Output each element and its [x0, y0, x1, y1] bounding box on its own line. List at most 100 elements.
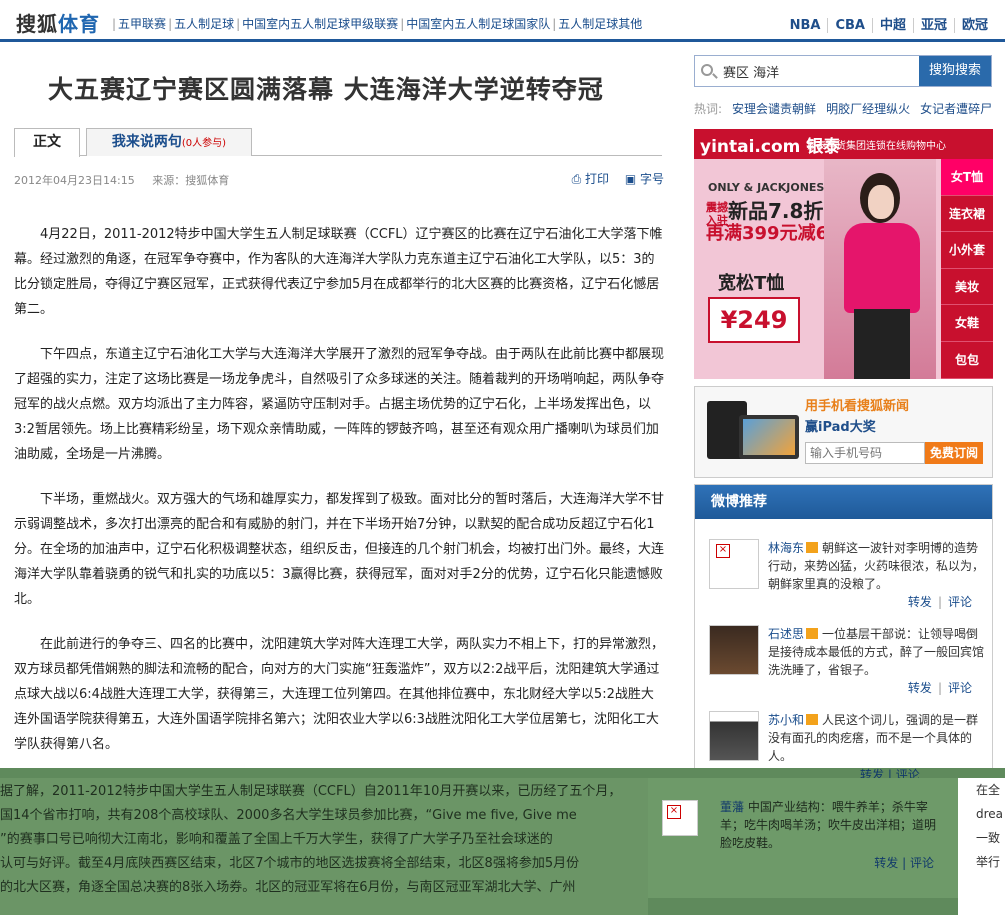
ad-side-menu: 女T恤 连衣裙 小外套 美妆 女鞋 包包 — [941, 159, 993, 379]
weibo-actions: 转发 | 评论 — [874, 856, 934, 870]
subscribe-button[interactable]: 免费订阅 — [925, 442, 983, 464]
ad-side-item[interactable]: 女T恤 — [941, 159, 993, 196]
ipad-image — [739, 415, 799, 459]
tab-comments-label: 我来说两句 — [111, 134, 182, 150]
channel-link[interactable]: 五甲联赛 — [118, 17, 166, 31]
overlay-line: 认可与好评。截至4月底陕西赛区结束，北区7个城市的地区选拔赛将全部结束，北区8强… — [0, 856, 580, 871]
ad-side-item[interactable]: 连衣裙 — [941, 196, 993, 233]
article-body: 4月22日，2011-2012特步中国大学生五人制足球联赛（CCFL）辽宁赛区的… — [14, 222, 664, 777]
ad-side-item[interactable]: 包包 — [941, 342, 993, 379]
weibo-item: 石述思 一位基层干部说：让领导喝倒是接待成本最低的方式，醉了一般回宾馆洗洗睡了，省… — [709, 625, 984, 705]
nav-ucl[interactable]: 欧冠 — [953, 18, 995, 33]
weibo-user[interactable]: 林海东 — [768, 541, 804, 555]
nav-cba[interactable]: CBA — [827, 18, 872, 33]
weibo-user[interactable]: 苏小和 — [768, 713, 804, 727]
ad-brand-2: ONLY & JACKJONES — [708, 181, 825, 194]
overlay-right-line: 在全 — [976, 783, 1001, 797]
weibo-item: 董藩 中国产业结构：喂牛养羊；杀牛宰羊；吃牛肉喝羊汤；吹牛皮出洋相；道明脸吃皮鞋… — [648, 778, 958, 898]
hot-word-link[interactable]: 女记者遭碎尸 — [920, 102, 992, 116]
print-button[interactable]: ⎙ 打印 — [572, 172, 609, 186]
comment-link[interactable]: 评论 — [948, 595, 972, 609]
overlay-line: ”的赛事口号已响彻大江南北，影响和覆盖了全国上千万大学生，获得了广大学子乃至社会… — [0, 832, 553, 847]
search-input[interactable] — [723, 60, 913, 82]
article-paragraph: 下半场，重燃战火。双方强大的气场和雄厚实力，都发挥到了极致。面对比分的暂时落后，… — [14, 492, 665, 607]
repost-link[interactable]: 转发 — [874, 856, 898, 870]
avatar[interactable] — [709, 711, 759, 761]
ad2-title: 用手机看搜狐新闻 — [805, 399, 910, 414]
logo-text: 搜狐 — [16, 12, 58, 36]
weibo-actions: 转发 | 评论 — [907, 681, 972, 695]
ad-product: 宽松T恤 — [718, 273, 785, 294]
font-size-button[interactable]: ▣ 字号 — [625, 172, 664, 186]
overlay-right-text: 在全 drea 一致 举行 — [958, 778, 1005, 915]
repost-link[interactable]: 转发 — [908, 681, 932, 695]
overlay-article-text: 据了解，2011-2012特步中国大学生五人制足球联赛（CCFL）自2011年1… — [0, 780, 648, 900]
comment-count: (0人参与) — [181, 138, 227, 149]
ad-header: yintai.com 银泰 银泰百货集团连锁在线购物中心 — [694, 129, 993, 159]
weibo-user[interactable]: 董藩 — [720, 800, 744, 814]
channel-nav: | 五甲联赛 | 五人制足球 | 中国室内五人制足球甲级联赛 | 中国室内五人制足球国家队 | 五… — [112, 17, 643, 31]
channel-link[interactable]: 中国室内五人制足球国家队 — [406, 17, 550, 31]
comment-link[interactable]: 评论 — [948, 681, 972, 695]
search-button[interactable]: 搜狗搜索 — [919, 56, 991, 86]
ad-price: ¥249 — [708, 297, 800, 343]
tab-article[interactable]: 正文 — [14, 128, 80, 157]
article-paragraph: 在此前进行的争夺三、四名的比赛中，沈阳建筑大学对阵大连理工大学，两队实力不相上下… — [14, 637, 665, 752]
hot-word-link[interactable]: 明胶厂经理纵火 — [826, 102, 910, 116]
weibo-title: 微博推荐 — [695, 485, 992, 519]
weibo-text: 林海东 朝鲜这一波针对李明博的造势行动，来势凶猛，火药味很浓，私以为，朝鲜家里真的… — [768, 539, 984, 593]
ad-side-item[interactable]: 女鞋 — [941, 305, 993, 342]
sohu-sports-logo[interactable]: 搜狐体育 — [16, 8, 100, 37]
nav-nba[interactable]: NBA — [783, 18, 828, 33]
verified-icon — [806, 542, 819, 553]
avatar[interactable] — [709, 539, 759, 589]
article-paragraph: 下午四点，东道主辽宁石油化工大学与大连海洋大学展开了激烈的冠军争夺战。由于两队在… — [14, 347, 665, 462]
nav-csl[interactable]: 中超 — [871, 18, 913, 33]
ad-side-item[interactable]: 小外套 — [941, 232, 993, 269]
top-bar: 搜狐体育 | 五甲联赛 | 五人制足球 | 中国室内五人制足球甲级联赛 | 中国室内五人制足球… — [0, 0, 1005, 42]
ad2-subtitle: 赢iPad大奖 — [805, 420, 876, 435]
overlapping-content-strip: 据了解，2011-2012特步中国大学生五人制足球联赛（CCFL）自2011年1… — [0, 768, 1005, 915]
publish-date: 2012年04月23日14:15 — [14, 174, 135, 187]
ad-discount: 再满399元减60 — [706, 223, 841, 244]
channel-link[interactable]: 五人制足球其他 — [558, 17, 642, 31]
search-icon — [701, 64, 713, 76]
overlay-right-line: drea — [976, 807, 1004, 821]
comment-link[interactable]: 评论 — [910, 856, 934, 870]
weibo-content: 中国产业结构：喂牛养羊；杀牛宰羊；吃牛肉喝羊汤；吹牛皮出洋相；道明脸吃皮鞋。 — [720, 800, 937, 850]
hot-word-link[interactable]: 安理会谴责朝鲜 — [732, 102, 816, 116]
logo-text-sports: 体育 — [58, 12, 100, 36]
verified-icon — [806, 628, 819, 639]
weibo-item: 林海东朝鲜这一波针对李明博的造势行动，来势凶猛，火药味很浓，私以为，朝鲜家里真的… — [709, 539, 984, 619]
weibo-text: 石述思 一位基层干部说：让领导喝倒是接待成本最低的方式，醉了一般回宾馆洗洗睡了，省… — [768, 625, 984, 679]
channel-link[interactable]: 中国室内五人制足球甲级联赛 — [242, 17, 398, 31]
search-box: 搜狗搜索 — [694, 55, 992, 87]
hot-words: 热词: 安理会谴责朝鲜 明胶厂经理纵火 女记者遭碎尸 — [694, 100, 992, 117]
avatar[interactable] — [709, 625, 759, 675]
avatar[interactable] — [662, 800, 698, 836]
nav-acl[interactable]: 亚冠 — [912, 18, 954, 33]
phone-input[interactable] — [805, 442, 925, 464]
article-source: 来源：搜狐体育 — [152, 174, 230, 187]
weibo-user[interactable]: 石述思 — [768, 627, 804, 641]
verified-icon — [806, 714, 819, 725]
ad-side-item[interactable]: 美妆 — [941, 269, 993, 306]
repost-link[interactable]: 转发 — [908, 595, 932, 609]
tab-comments[interactable]: 我来说两句(0人参与) — [86, 128, 252, 156]
top-links: NBA CBA 中超 亚冠 欧冠 — [783, 14, 995, 33]
overlay-line: 国14个省市打响，共有208个高校球队、2000多名大学生球员参加比赛，“Giv… — [0, 808, 577, 823]
yintai-ad[interactable]: yintai.com 银泰 银泰百货集团连锁在线购物中心 ONLY & JACKJ… — [694, 129, 993, 379]
article-tools: ⎙ 打印 ▣ 字号 — [560, 170, 664, 187]
overlay-right-line: 举行 — [976, 855, 1001, 869]
weibo-text: 苏小和 人民这个词儿，强调的是一群没有面孔的肉疙瘩，而不是一个具体的人。 — [768, 711, 984, 765]
hot-words-label: 热词: — [694, 102, 723, 116]
article-meta: 2012年04月23日14:15 来源：搜狐体育 ⎙ 打印 ▣ 字号 — [14, 172, 664, 188]
overlay-line: 的北大区赛，角逐全国总决赛的8张入场券。北区的冠亚军将在6月份，与南区冠亚军湖北… — [0, 880, 576, 895]
channel-link[interactable]: 五人制足球 — [174, 17, 234, 31]
weibo-text: 董藩 中国产业结构：喂牛养羊；杀牛宰羊；吃牛肉喝羊汤；吹牛皮出洋相；道明脸吃皮鞋… — [720, 798, 940, 852]
overlay-right-line: 一致 — [976, 831, 1001, 845]
mobile-news-ad: 用手机看搜狐新闻 赢iPad大奖 免费订阅 — [694, 386, 993, 478]
ad-model-image — [824, 159, 936, 379]
article-title: 大五赛辽宁赛区圆满落幕 大连海洋大学逆转夺冠 — [48, 75, 604, 104]
overlay-line: 据了解，2011-2012特步中国大学生五人制足球联赛（CCFL）自2011年1… — [0, 784, 622, 799]
